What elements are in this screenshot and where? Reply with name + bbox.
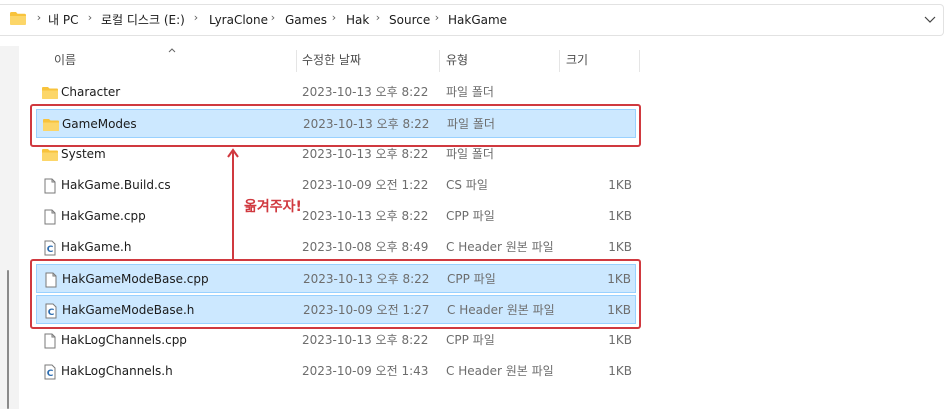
file-name: HakGame.h	[61, 240, 132, 254]
navigation-pane-edge	[0, 46, 19, 409]
svg-text:C: C	[47, 369, 54, 379]
breadcrumb-item[interactable]: Hak	[346, 12, 369, 28]
folder-icon	[42, 85, 58, 101]
c-header-icon: C	[42, 364, 58, 380]
svg-text:C: C	[47, 245, 54, 255]
breadcrumb-item[interactable]: 로컬 디스크 (E:)	[101, 12, 185, 28]
column-header-size[interactable]: 크기	[566, 46, 588, 74]
file-type: CPP 파일	[446, 333, 495, 347]
sort-ascending-icon	[168, 48, 176, 53]
address-bar[interactable]: › 내 PC › 로컬 디스크 (E:) › LyraClone › Games…	[0, 0, 945, 40]
file-type: C Header 원본 파일	[446, 240, 554, 254]
file-size: 1KB	[608, 178, 632, 192]
file-row[interactable]: HakGame.Build.cs 2023-10-09 오전 1:22 CS 파일 1…	[36, 171, 636, 200]
chevron-right-icon: ›	[193, 11, 199, 24]
scrollbar-thumb[interactable]	[7, 270, 9, 409]
arrow-up-icon	[227, 148, 239, 260]
folder-icon	[42, 147, 58, 163]
file-name: Character	[61, 85, 121, 99]
column-divider[interactable]	[296, 50, 297, 72]
column-header-type[interactable]: 유형	[446, 46, 468, 74]
file-name: HakLogChannels.cpp	[61, 333, 187, 347]
file-date: 2023-10-09 오전 1:43	[302, 364, 429, 378]
folder-icon	[10, 12, 26, 25]
file-date: 2023-10-13 오후 8:22	[302, 333, 429, 347]
breadcrumb-item[interactable]: LyraClone	[209, 12, 268, 28]
annotation-label: 옮겨주자!	[244, 199, 302, 215]
file-row[interactable]: C HakGame.h 2023-10-08 오후 8:49 C Header 원본 …	[36, 233, 636, 262]
file-date: 2023-10-13 오후 8:22	[302, 209, 429, 223]
file-date: 2023-10-08 오후 8:49	[302, 240, 429, 254]
c-header-icon: C	[42, 240, 58, 256]
file-size: 1KB	[608, 240, 632, 254]
file-size: 1KB	[608, 333, 632, 347]
breadcrumb-item[interactable]: Games	[285, 12, 327, 28]
chevron-right-icon: ›	[36, 11, 42, 24]
highlight-box-target-folder	[30, 104, 641, 147]
breadcrumb-item[interactable]: 내 PC	[48, 12, 78, 28]
file-name: HakLogChannels.h	[61, 364, 173, 378]
file-row[interactable]: HakLogChannels.cpp 2023-10-13 오후 8:22 CPP …	[36, 326, 636, 355]
file-icon	[42, 178, 58, 194]
file-type: C Header 원본 파일	[446, 364, 554, 378]
file-date: 2023-10-13 오후 8:22	[302, 85, 429, 99]
file-size: 1KB	[608, 364, 632, 378]
chevron-right-icon: ›	[87, 11, 93, 24]
chevron-right-icon: ›	[434, 11, 440, 24]
column-divider[interactable]	[639, 50, 640, 72]
file-row[interactable]: Character 2023-10-13 오후 8:22 파일 폴더	[36, 78, 636, 107]
file-name: HakGame.Build.cs	[61, 178, 171, 192]
breadcrumb-item[interactable]: HakGame	[448, 12, 507, 28]
chevron-down-icon[interactable]	[924, 14, 936, 24]
file-row[interactable]: HakGame.cpp 2023-10-13 오후 8:22 CPP 파일 1KB	[36, 202, 636, 231]
breadcrumb-item[interactable]: Source	[389, 12, 430, 28]
file-size: 1KB	[608, 209, 632, 223]
file-name: HakGame.cpp	[61, 209, 146, 223]
file-icon	[42, 333, 58, 349]
chevron-right-icon: ›	[375, 11, 381, 24]
file-icon	[42, 209, 58, 225]
chevron-right-icon: ›	[270, 11, 276, 24]
column-header-date[interactable]: 수정한 날짜	[302, 46, 361, 74]
file-date: 2023-10-09 오전 1:22	[302, 178, 429, 192]
chevron-right-icon: ›	[331, 11, 337, 24]
column-divider[interactable]	[439, 50, 440, 72]
column-divider[interactable]	[559, 50, 560, 72]
file-row[interactable]: C HakLogChannels.h 2023-10-09 오전 1:43 C Hea…	[36, 357, 636, 386]
highlight-box-source-files	[30, 259, 641, 329]
column-header-name[interactable]: 이름	[54, 46, 76, 74]
file-type: 파일 폴더	[446, 85, 494, 99]
column-header-row: 이름 수정한 날짜 유형 크기	[30, 46, 641, 74]
file-type: CS 파일	[446, 178, 488, 192]
file-type: CPP 파일	[446, 209, 495, 223]
